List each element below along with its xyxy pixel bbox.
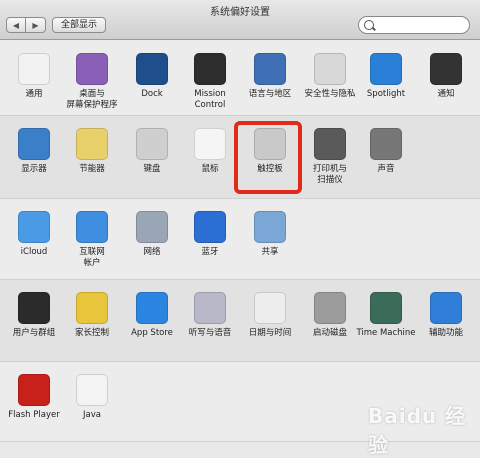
mouse-icon [194, 128, 226, 160]
network-icon [136, 211, 168, 243]
pref-pane-printer[interactable]: 打印机与 扫描仪 [300, 128, 360, 188]
pref-pane-date-time[interactable]: 日期与时间 [240, 292, 300, 352]
pref-pane-security[interactable]: 安全性与隐私 [300, 53, 360, 113]
pref-pane-display[interactable]: 显示器 [4, 128, 64, 188]
pref-pane-desktop[interactable]: 桌面与 屏幕保护程序 [62, 53, 122, 113]
pref-pane-icloud[interactable]: iCloud [4, 211, 64, 271]
pref-pane-startup-disk[interactable]: 启动磁盘 [300, 292, 360, 352]
pref-pane-time-machine[interactable]: Time Machine [356, 292, 416, 352]
energy-saver-icon [76, 128, 108, 160]
pref-pane-sound[interactable]: 声音 [356, 128, 416, 188]
search-icon [364, 20, 374, 30]
pref-pane-language[interactable]: 语言与地区 [240, 53, 300, 113]
search-field[interactable] [358, 16, 470, 34]
security-icon [314, 53, 346, 85]
pref-row: 用户与群组 家长控制 App Store 听写与语音 日期与时间 启动磁盘 Time Mac… [0, 280, 480, 362]
pref-pane-network[interactable]: 网络 [122, 211, 182, 271]
pref-row: 通用 桌面与 屏幕保护程序 Dock Mission Control 语言与地区 安全性与… [0, 41, 480, 116]
nav-group: ◀ ▶ [6, 17, 46, 33]
pref-pane-mouse[interactable]: 鼠标 [180, 128, 240, 188]
java-icon [76, 374, 108, 406]
trackpad-highlight-annotation [234, 121, 302, 194]
pref-pane-flash-player[interactable]: Flash Player [4, 374, 64, 434]
pref-pane-keyboard[interactable]: 键盘 [122, 128, 182, 188]
sharing-icon [254, 211, 286, 243]
show-all-button[interactable]: 全部显示 [52, 17, 107, 33]
desktop-icon [76, 53, 108, 85]
pref-pane-label: 通知 [437, 89, 455, 99]
printer-icon [314, 128, 346, 160]
mission-control-icon [194, 53, 226, 85]
language-icon [254, 53, 286, 85]
pref-pane-energy-saver[interactable]: 节能器 [62, 128, 122, 188]
system-preferences-window: 系统偏好设置 ◀ ▶ 全部显示 通用 桌面与 屏幕保护程序 Dock Mission … [0, 0, 480, 457]
time-machine-icon [370, 292, 402, 324]
pref-pane-label: 辅助功能 [428, 328, 463, 338]
display-icon [18, 128, 50, 160]
bluetooth-icon [194, 211, 226, 243]
keyboard-icon [136, 128, 168, 160]
dictation-icon [194, 292, 226, 324]
watermark: Baidu 经验 [368, 404, 467, 457]
sound-icon [370, 128, 402, 160]
startup-disk-icon [314, 292, 346, 324]
users-icon [18, 292, 50, 324]
spotlight-icon [370, 53, 402, 85]
forward-button[interactable]: ▶ [26, 17, 46, 33]
icloud-icon [18, 211, 50, 243]
pref-pane-spotlight[interactable]: Spotlight [356, 53, 416, 113]
pref-pane-accessibility[interactable]: 辅助功能 [416, 292, 476, 352]
pref-pane-dock[interactable]: Dock [122, 53, 182, 113]
parental-controls-icon [76, 292, 108, 324]
app-store-icon [136, 292, 168, 324]
search-input[interactable] [375, 18, 467, 34]
accessibility-icon [430, 292, 462, 324]
dock-icon [136, 53, 168, 85]
flash-player-icon [18, 374, 50, 406]
pref-pane-label: 声音 [377, 164, 395, 174]
pref-pane-label: Java [83, 410, 101, 420]
internet-accounts-icon [76, 211, 108, 243]
pref-pane-app-store[interactable]: App Store [122, 292, 182, 352]
pref-row: iCloud 互联网 帐户 网络 蓝牙共享 [0, 199, 480, 280]
pref-pane-mission-control[interactable]: Mission Control [180, 53, 240, 113]
general-icon [18, 53, 50, 85]
pref-pane-sharing[interactable]: 共享 [240, 211, 300, 271]
pref-pane-bluetooth[interactable]: 蓝牙 [180, 211, 240, 271]
pref-pane-parental-controls[interactable]: 家长控制 [62, 292, 122, 352]
pref-pane-label: 共享 [261, 247, 279, 257]
pref-pane-users[interactable]: 用户与群组 [4, 292, 64, 352]
titlebar: 系统偏好设置 ◀ ▶ 全部显示 [0, 0, 480, 40]
pref-pane-internet-accounts[interactable]: 互联网 帐户 [62, 211, 122, 271]
pref-pane-java[interactable]: Java [62, 374, 122, 434]
notifications-icon [430, 53, 462, 85]
back-button[interactable]: ◀ [6, 17, 26, 33]
date-time-icon [254, 292, 286, 324]
pref-pane-general[interactable]: 通用 [4, 53, 64, 113]
pref-pane-notifications[interactable]: 通知 [416, 53, 476, 113]
pref-pane-dictation[interactable]: 听写与语音 [180, 292, 240, 352]
